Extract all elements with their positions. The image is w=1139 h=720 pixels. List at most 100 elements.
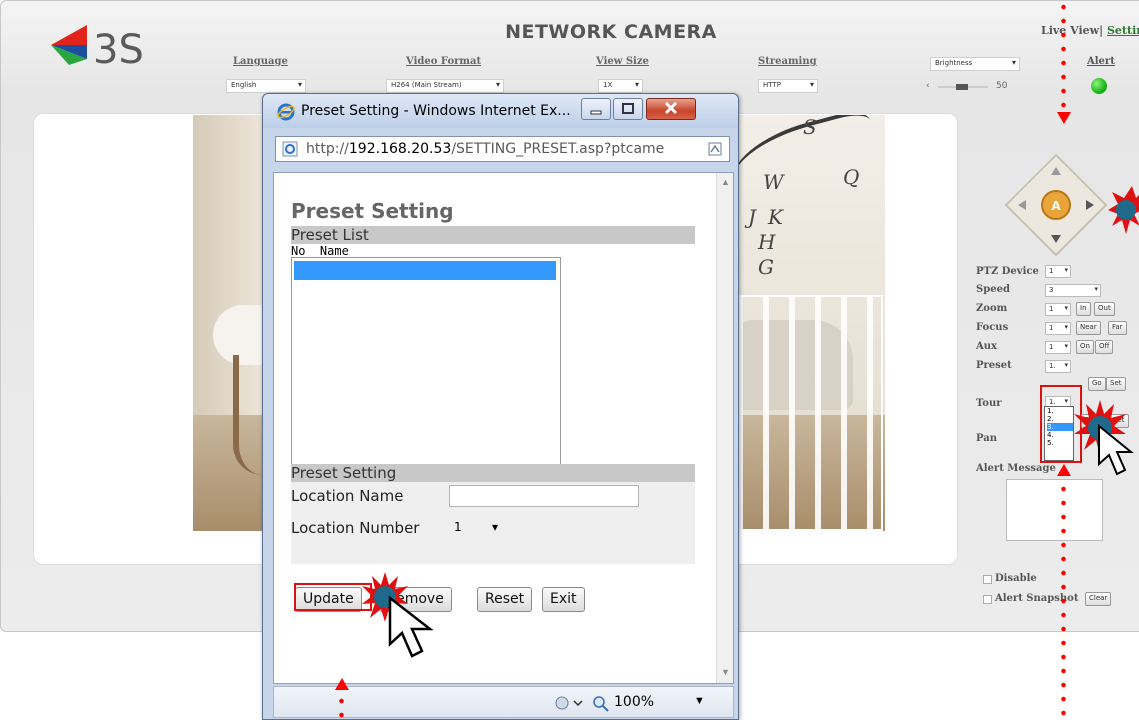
page-icon: [282, 141, 298, 157]
focus-far-button[interactable]: Far: [1108, 321, 1127, 335]
preset-list-header: Preset List: [291, 226, 695, 244]
preset-go-button[interactable]: Go: [1088, 377, 1106, 391]
focus-label: Focus: [976, 322, 1009, 333]
compatibility-view-icon[interactable]: [707, 141, 723, 157]
window-titlebar[interactable]: Preset Setting - Windows Internet Ex...: [263, 94, 738, 128]
ptz-device-label: PTZ Device: [976, 266, 1039, 277]
list-column-headers: No Name: [291, 244, 349, 258]
column-no: No: [291, 244, 306, 258]
guide-dots-bottom: [1061, 482, 1066, 720]
brightness-slider[interactable]: ‹ 50: [926, 81, 1018, 93]
scroll-up-icon[interactable]: ▲: [721, 177, 730, 187]
video-letter: K: [768, 205, 783, 229]
slider-thumb[interactable]: [956, 84, 968, 90]
language-label: Language: [233, 56, 288, 67]
maximize-icon: [622, 103, 634, 114]
location-name-label: Location Name: [291, 487, 404, 505]
ptz-direction-pad[interactable]: A: [1004, 153, 1108, 257]
app-title: NETWORK CAMERA: [505, 21, 717, 43]
window-title: Preset Setting - Windows Internet Ex...: [301, 103, 571, 119]
svg-text:3S: 3S: [93, 27, 144, 73]
location-number-select[interactable]: 1: [449, 517, 504, 539]
video-letter: G: [758, 255, 774, 279]
zoom-dropdown-icon[interactable]: ▼: [694, 695, 705, 707]
slider-left-arrow-icon[interactable]: ‹: [926, 81, 930, 91]
setting-link[interactable]: Setting: [1107, 24, 1139, 37]
close-button[interactable]: [646, 98, 696, 120]
internet-explorer-icon: [277, 103, 295, 121]
ptz-device-select[interactable]: 1: [1045, 265, 1071, 278]
streaming-label: Streaming: [758, 56, 817, 67]
exit-button[interactable]: Exit: [542, 587, 585, 612]
disable-label: Disable: [995, 573, 1037, 584]
brand-logo: 3S: [51, 25, 144, 73]
clear-button[interactable]: Clear: [1085, 592, 1112, 606]
aux-select[interactable]: 1: [1045, 341, 1071, 354]
guide-arrow-down-icon: [1057, 112, 1071, 124]
guide-arrow-up-icon: [1057, 464, 1071, 476]
address-scheme: http://: [306, 141, 349, 157]
address-url[interactable]: http://192.168.20.53/SETTING_PRESET.asp?…: [306, 141, 702, 157]
zoom-label: Zoom: [976, 303, 1008, 314]
zoom-in-button[interactable]: In: [1076, 302, 1091, 316]
location-number-label: Location Number: [291, 519, 420, 537]
video-letter: Q: [843, 165, 860, 189]
video-letter: H: [758, 230, 776, 254]
brightness-value: 50: [996, 81, 1008, 91]
scroll-down-icon[interactable]: ▼: [721, 667, 730, 677]
live-view-link[interactable]: Live View: [1041, 24, 1099, 37]
image-adjust-select[interactable]: Brightness: [930, 57, 1020, 71]
link-separator: |: [1099, 24, 1104, 37]
alert-snapshot-checkbox[interactable]: [983, 595, 992, 604]
security-zone-icon[interactable]: [554, 695, 584, 711]
vertical-scrollbar[interactable]: ▲ ▼: [716, 173, 733, 683]
video-letter: J: [748, 205, 757, 229]
click-burst-icon: [1108, 186, 1139, 234]
preset-select[interactable]: 1.: [1045, 360, 1071, 373]
preset-label: Preset: [976, 360, 1012, 371]
list-item-selected[interactable]: [294, 261, 556, 280]
popup-content: ▲ ▼ Preset Setting Preset List No Name P…: [273, 172, 734, 684]
column-name: Name: [319, 244, 349, 258]
speed-label: Speed: [976, 284, 1010, 295]
reset-button[interactable]: Reset: [477, 587, 533, 612]
video-format-select[interactable]: H264 (Main Stream): [386, 79, 504, 93]
zoom-select[interactable]: 1: [1045, 303, 1071, 316]
alert-status-icon: [1091, 78, 1107, 94]
video-letter: S: [803, 115, 817, 139]
zoom-magnifier-icon: [593, 696, 609, 712]
view-size-label: View Size: [596, 56, 649, 67]
preset-set-button[interactable]: Set: [1106, 377, 1126, 391]
mouse-pointer-icon: [388, 595, 434, 658]
mouse-pointer-icon: [1098, 424, 1134, 476]
address-bar[interactable]: http://192.168.20.53/SETTING_PRESET.asp?…: [275, 136, 730, 162]
zoom-level[interactable]: 100%: [614, 694, 654, 710]
update-highlight-box: [294, 583, 372, 611]
address-host: 192.168.20.53: [348, 141, 452, 157]
focus-select[interactable]: 1: [1045, 322, 1071, 335]
alert-message-label: Alert Message: [976, 463, 1056, 474]
close-icon: [664, 101, 678, 115]
preset-list[interactable]: [291, 257, 561, 468]
view-size-select[interactable]: 1X: [598, 79, 643, 93]
focus-near-button[interactable]: Near: [1076, 321, 1101, 335]
alert-message-box[interactable]: [1006, 479, 1103, 541]
aux-on-button[interactable]: On: [1076, 340, 1094, 354]
top-nav: Live View| Setting: [1041, 24, 1139, 37]
address-path: /SETTING_PRESET.asp?ptcame: [451, 141, 665, 157]
minimize-button[interactable]: [581, 98, 611, 120]
video-letter: W: [763, 170, 784, 194]
speed-select[interactable]: 3: [1045, 284, 1101, 297]
aux-off-button[interactable]: Off: [1095, 340, 1114, 354]
language-select[interactable]: English: [226, 79, 306, 93]
pan-label: Pan: [976, 433, 998, 444]
maximize-button[interactable]: [613, 98, 643, 120]
preset-setting-header: Preset Setting: [291, 464, 695, 482]
alert-label: Alert: [1087, 56, 1115, 67]
guide-dots-top: [1061, 0, 1066, 108]
disable-checkbox[interactable]: [983, 575, 992, 584]
guide-dots-left: [339, 694, 344, 720]
zoom-out-button[interactable]: Out: [1094, 302, 1115, 316]
streaming-select[interactable]: HTTP: [758, 79, 818, 93]
location-name-input[interactable]: [449, 485, 639, 507]
